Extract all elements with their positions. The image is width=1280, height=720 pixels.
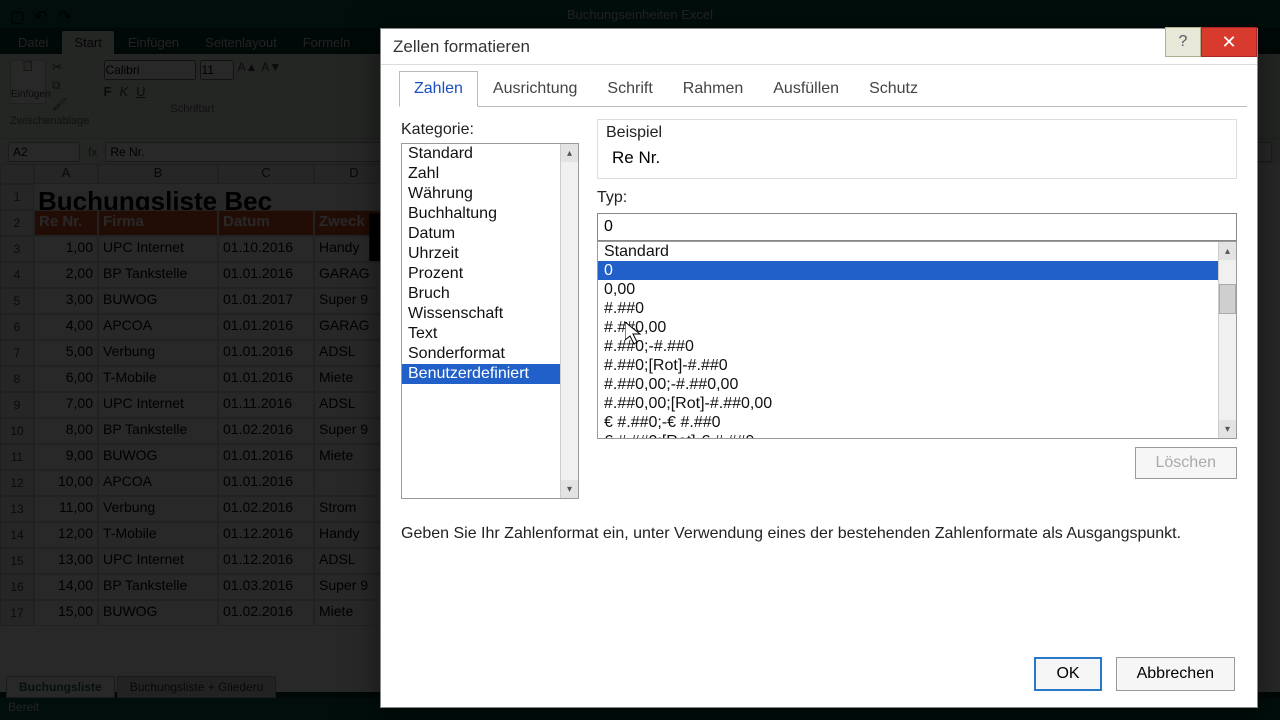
dialog-tab[interactable]: Schrift [592,71,667,107]
scroll-down-icon[interactable]: ▾ [561,480,578,498]
kategorie-item[interactable]: Datum [402,224,578,244]
scroll-up-icon[interactable]: ▴ [561,144,578,162]
beispiel-label: Beispiel [606,124,1228,142]
dialog-titlebar[interactable]: Zellen formatieren ? ✕ [381,29,1257,65]
typ-item[interactable]: #.##0 [598,299,1236,318]
kategorie-item[interactable]: Bruch [402,284,578,304]
scroll-down-icon[interactable]: ▾ [1219,420,1236,438]
dialog-tab[interactable]: Schutz [854,71,933,107]
dialog-body: Kategorie: StandardZahlWährungBuchhaltun… [381,107,1257,705]
kategorie-item[interactable]: Standard [402,144,578,164]
typ-item[interactable]: Standard [598,242,1236,261]
typ-item[interactable]: #.##0;-#.##0 [598,337,1236,356]
kategorie-item[interactable]: Wissenschaft [402,304,578,324]
format-cells-dialog: Zellen formatieren ? ✕ ZahlenAusrichtung… [380,28,1258,708]
typ-item[interactable]: #.##0,00 [598,318,1236,337]
kategorie-item[interactable]: Zahl [402,164,578,184]
delete-button[interactable]: Löschen [1135,447,1238,479]
typ-item[interactable]: 0 [598,261,1236,280]
help-button[interactable]: ? [1165,27,1201,57]
kategorie-item[interactable]: Text [402,324,578,344]
typ-listbox[interactable]: Standard00,00#.##0#.##0,00#.##0;-#.##0#.… [597,241,1237,439]
beispiel-value: Re Nr. [612,148,1228,168]
kategorie-label: Kategorie: [401,121,579,139]
kategorie-item[interactable]: Währung [402,184,578,204]
typ-item[interactable]: #.##0;[Rot]-#.##0 [598,356,1236,375]
close-button[interactable]: ✕ [1201,27,1257,57]
scroll-up-icon[interactable]: ▴ [1219,242,1236,260]
dialog-tab[interactable]: Zahlen [399,71,478,107]
scroll-thumb[interactable] [1219,284,1236,314]
typ-item[interactable]: € #.##0;-€ #.##0 [598,413,1236,432]
kategorie-item[interactable]: Buchhaltung [402,204,578,224]
typ-item[interactable]: 0,00 [598,280,1236,299]
cancel-button[interactable]: Abbrechen [1116,657,1235,691]
kategorie-item[interactable]: Prozent [402,264,578,284]
hint-text: Geben Sie Ihr Zahlenformat ein, unter Ve… [401,525,1237,543]
dialog-title: Zellen formatieren [393,37,530,57]
typ-label: Typ: [597,189,1237,207]
dialog-tab[interactable]: Ausrichtung [478,71,593,107]
scrollbar[interactable]: ▴ ▾ [1218,242,1236,438]
typ-item[interactable]: € #.##0;[Rot]-€ #.##0 [598,432,1236,439]
help-icon: ? [1179,33,1188,51]
kategorie-listbox[interactable]: StandardZahlWährungBuchhaltungDatumUhrze… [401,143,579,499]
kategorie-item[interactable]: Benutzerdefiniert [402,364,578,384]
typ-item[interactable]: #.##0,00;-#.##0,00 [598,375,1236,394]
typ-item[interactable]: #.##0,00;[Rot]-#.##0,00 [598,394,1236,413]
dialog-tabstrip: ZahlenAusrichtungSchriftRahmenAusfüllenS… [399,71,1247,107]
kategorie-item[interactable]: Uhrzeit [402,244,578,264]
scrollbar[interactable]: ▴ ▾ [560,144,578,498]
typ-input[interactable] [597,213,1237,241]
kategorie-item[interactable]: Sonderformat [402,344,578,364]
ok-button[interactable]: OK [1034,657,1101,691]
dialog-tab[interactable]: Rahmen [668,71,758,107]
dialog-tab[interactable]: Ausfüllen [758,71,854,107]
close-icon: ✕ [1221,32,1236,53]
